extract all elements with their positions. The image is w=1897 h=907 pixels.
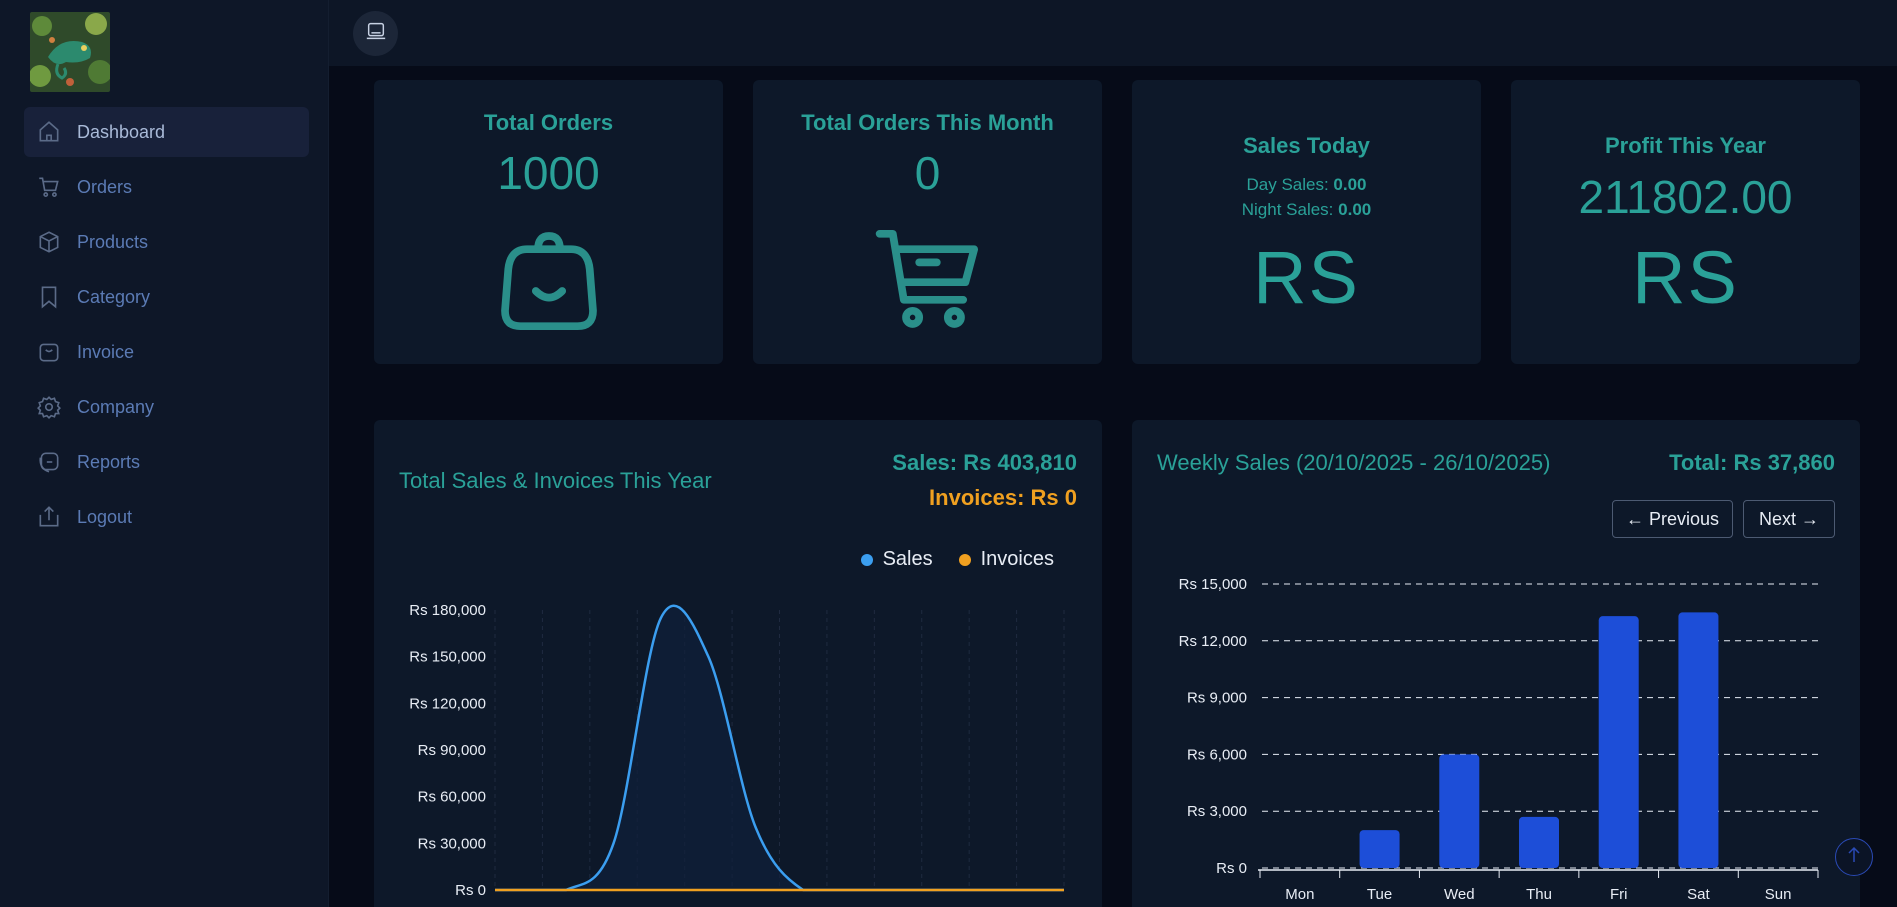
bar bbox=[1598, 616, 1639, 868]
invoices-dot bbox=[958, 553, 971, 566]
bar bbox=[1359, 830, 1400, 868]
sales-today-card: Sales Today Day Sales: 0.00 Night Sales:… bbox=[1132, 80, 1481, 364]
sidebar-item-reports[interactable]: Reports bbox=[24, 437, 309, 487]
legend-label: Sales bbox=[882, 548, 933, 570]
y-tick-label: Rs 0 bbox=[455, 882, 486, 899]
sidebar-item-logout[interactable]: Logout bbox=[24, 492, 309, 542]
sidebar-item-label: Products bbox=[77, 231, 149, 252]
x-tick-label: Thu bbox=[1526, 886, 1552, 903]
sidebar-item-label: Dashboard bbox=[77, 121, 166, 142]
y-tick-label: Rs 3,000 bbox=[1187, 803, 1247, 820]
y-tick-label: Rs 0 bbox=[1216, 860, 1247, 877]
x-tick-label: Wed bbox=[1444, 886, 1475, 903]
sidebar-item-label: Logout bbox=[77, 506, 133, 527]
y-tick-label: Rs 15,000 bbox=[1179, 576, 1247, 593]
sidebar-toggle-button[interactable] bbox=[353, 11, 398, 56]
next-week-button[interactable]: Next → bbox=[1743, 500, 1835, 538]
profit-year-card: Profit This Year 211802.00 RS bbox=[1511, 80, 1860, 364]
cart-icon bbox=[873, 225, 983, 340]
y-tick-label: Rs 180,000 bbox=[409, 602, 486, 619]
legend-label: Invoices bbox=[980, 548, 1054, 570]
total-orders-card: Total Orders 1000 bbox=[374, 80, 723, 364]
card-title: Sales Today bbox=[1243, 133, 1370, 158]
chart-title: Total Sales & Invoices This Year bbox=[399, 468, 712, 493]
y-tick-label: Rs 30,000 bbox=[418, 835, 486, 852]
y-tick-label: Rs 150,000 bbox=[409, 649, 486, 666]
night-sales: Night Sales: 0.00 bbox=[1132, 200, 1481, 220]
sidebar-item-label: Category bbox=[77, 286, 151, 307]
sidebar-nav: Dashboard Orders Products Category Invoi… bbox=[24, 107, 309, 547]
bar bbox=[1678, 612, 1719, 868]
legend-item-sales[interactable]: Sales bbox=[860, 548, 933, 571]
card-value: 1000 bbox=[497, 147, 600, 199]
sales-dot bbox=[860, 553, 873, 566]
scroll-top-button[interactable] bbox=[1835, 838, 1873, 876]
chart-legend: Sales Invoices bbox=[835, 548, 1054, 571]
day-sales-label: Day Sales: bbox=[1246, 175, 1329, 194]
sidebar-item-company[interactable]: Company bbox=[24, 382, 309, 432]
night-sales-value: 0.00 bbox=[1338, 200, 1372, 219]
currency-label: RS bbox=[1632, 236, 1739, 319]
y-tick-label: Rs 90,000 bbox=[418, 742, 486, 759]
laptop-icon bbox=[365, 20, 387, 47]
arrow-up-icon bbox=[1846, 846, 1862, 869]
sidebar-item-category[interactable]: Category bbox=[24, 272, 309, 322]
y-tick-label: Rs 120,000 bbox=[409, 695, 486, 712]
orders-month-card: Total Orders This Month 0 bbox=[753, 80, 1102, 364]
sidebar-item-products[interactable]: Products bbox=[24, 217, 309, 267]
card-value: 211802.00 bbox=[1578, 171, 1793, 223]
y-tick-label: Rs 60,000 bbox=[418, 789, 486, 806]
chart-title: Weekly Sales (20/10/2025 - 26/10/2025) bbox=[1157, 450, 1551, 475]
yearly-line-chart: Rs 0 Rs 30,000 Rs 60,000 Rs 90,000 Rs 120,00… bbox=[409, 602, 1065, 899]
x-tick-label: Mon bbox=[1285, 886, 1314, 903]
sales-summary: Sales: Rs 403,810 bbox=[892, 450, 1077, 475]
bar bbox=[1439, 754, 1480, 868]
card-title: Total Orders This Month bbox=[801, 110, 1054, 135]
night-sales-label: Night Sales: bbox=[1241, 200, 1334, 219]
bookmark-icon bbox=[36, 284, 62, 310]
currency-label: RS bbox=[1253, 236, 1360, 319]
sidebar-item-label: Invoice bbox=[77, 341, 135, 362]
weekly-sales-card: Weekly Sales (20/10/2025 - 26/10/2025) T… bbox=[1132, 420, 1860, 907]
shopping-bag-icon bbox=[494, 225, 604, 340]
y-tick-label: Rs 12,000 bbox=[1179, 633, 1247, 650]
invoices-summary: Invoices: Rs 0 bbox=[929, 485, 1077, 510]
logo[interactable] bbox=[30, 12, 110, 92]
previous-week-button[interactable]: ← Previous bbox=[1612, 500, 1733, 538]
legend-item-invoices[interactable]: Invoices bbox=[958, 548, 1054, 571]
card-title: Profit This Year bbox=[1605, 133, 1766, 158]
gear-icon bbox=[36, 394, 62, 420]
report-icon bbox=[36, 449, 62, 475]
sidebar-item-label: Orders bbox=[77, 176, 133, 197]
sidebar: Dashboard Orders Products Category Invoi… bbox=[0, 0, 329, 907]
box-icon bbox=[36, 229, 62, 255]
bar bbox=[1519, 816, 1559, 868]
y-tick-label: Rs 6,000 bbox=[1187, 746, 1247, 763]
yearly-sales-card: Total Sales & Invoices This Year Sales: … bbox=[374, 420, 1102, 907]
weekly-total: Total: Rs 37,860 bbox=[1669, 450, 1835, 475]
x-tick-label: Fri bbox=[1610, 886, 1628, 903]
home-icon bbox=[36, 119, 62, 145]
bag-icon bbox=[36, 339, 62, 365]
sidebar-item-dashboard[interactable]: Dashboard bbox=[24, 107, 309, 157]
day-sales-value: 0.00 bbox=[1333, 175, 1367, 194]
y-tick-label: Rs 9,000 bbox=[1187, 690, 1247, 707]
day-sales: Day Sales: 0.00 bbox=[1132, 175, 1481, 195]
sidebar-item-orders[interactable]: Orders bbox=[24, 162, 309, 212]
topbar bbox=[329, 0, 1897, 66]
card-title: Total Orders bbox=[483, 110, 614, 135]
logout-icon bbox=[36, 504, 62, 530]
sidebar-item-label: Company bbox=[77, 396, 155, 417]
x-tick-label: Sun bbox=[1765, 886, 1792, 903]
cart-icon bbox=[36, 174, 62, 200]
sidebar-item-label: Reports bbox=[77, 451, 141, 472]
weekly-bar-chart: Rs 0 Rs 3,000 Rs 6,000 Rs 9,000 Rs 12,000 Rs … bbox=[1179, 576, 1819, 903]
x-tick-label: Sat bbox=[1687, 886, 1710, 903]
card-value: 0 bbox=[914, 147, 941, 199]
sidebar-item-invoice[interactable]: Invoice bbox=[24, 327, 309, 377]
x-tick-label: Tue bbox=[1367, 886, 1392, 903]
